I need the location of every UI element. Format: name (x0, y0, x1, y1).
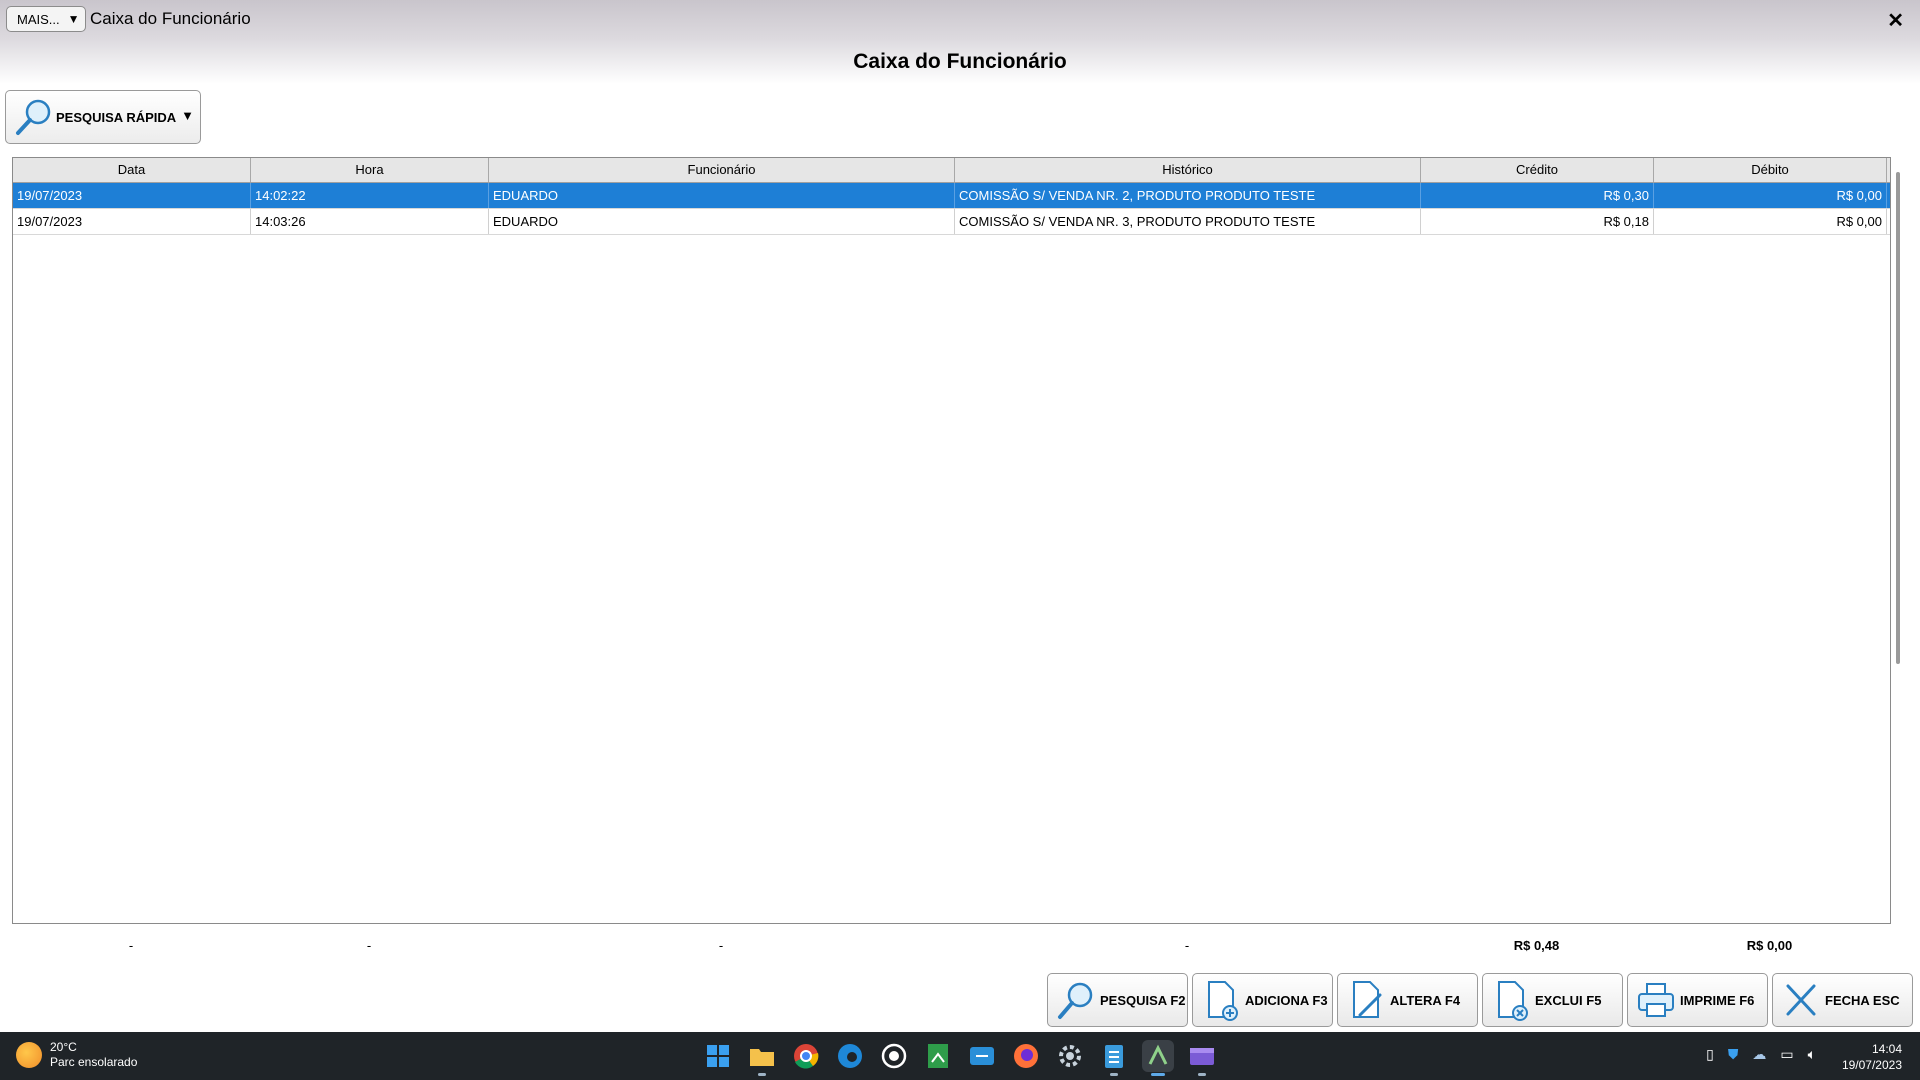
search-button-label: PESQUISA F2 (1100, 992, 1186, 1008)
table-row[interactable]: 19/07/2023 14:02:22 EDUARDO COMISSÃO S/ … (13, 183, 1890, 209)
table-row[interactable]: 19/07/2023 14:03:26 EDUARDO COMISSÃO S/ … (13, 209, 1890, 235)
onedrive-icon[interactable]: ☁ (1752, 1046, 1766, 1063)
total-historico: - (1184, 938, 1190, 953)
edit-document-icon (1353, 981, 1382, 1018)
cell-debito: R$ 0,00 (1654, 183, 1887, 208)
print-button-label: IMPRIME F6 (1680, 992, 1755, 1008)
start-icon[interactable] (702, 1040, 734, 1072)
weather-description: Parc ensolarado (50, 1055, 138, 1069)
taskbar-apps (702, 1040, 1218, 1076)
weather-temperature: 20°C (50, 1040, 77, 1054)
cell-hora: 14:02:22 (251, 183, 489, 208)
chevron-down-icon: ▼ (67, 12, 80, 26)
video-app-icon[interactable] (1186, 1040, 1218, 1076)
network-icon[interactable]: ▭ (1780, 1046, 1793, 1063)
search-icon (1058, 982, 1093, 1019)
cell-funcionario: EDUARDO (489, 183, 955, 208)
clock-time: 14:04 (1871, 1042, 1902, 1056)
search-icon (16, 99, 51, 135)
clock-date: 19/07/2023 (1841, 1058, 1902, 1072)
more-menu-label: MAIS... (17, 11, 60, 27)
quick-search-button[interactable]: PESQUISA RÁPIDA ▼ (5, 90, 201, 144)
printer-icon (1638, 983, 1674, 1017)
windows-taskbar: 20°C Parc ensolarado ▯ ⛊ ☁ ▭ 🔈︎ 14:04 19… (0, 1032, 1920, 1080)
add-button[interactable]: ADICIONA F3 (1192, 973, 1333, 1027)
search-button[interactable]: PESQUISA F2 (1047, 973, 1188, 1027)
total-hora: - (366, 938, 372, 953)
spreadsheet-icon[interactable] (922, 1040, 954, 1072)
column-header-hora[interactable]: Hora (251, 158, 489, 182)
cash-table: Data Hora Funcionário Histórico Crédito … (12, 157, 1891, 924)
edit-button-label: ALTERA F4 (1390, 992, 1461, 1008)
total-credito: R$ 0,48 (1513, 938, 1560, 953)
chrome-icon[interactable] (790, 1040, 822, 1072)
close-icon (1786, 984, 1816, 1016)
more-menu-button[interactable]: MAIS... ▼ (6, 6, 86, 32)
column-header-credito[interactable]: Crédito (1421, 158, 1654, 182)
remote-app-icon[interactable] (966, 1040, 998, 1072)
total-debito: R$ 0,00 (1746, 938, 1793, 953)
settings-icon[interactable] (1054, 1040, 1086, 1072)
system-tray: ▯ ⛊ ☁ ▭ 🔈︎ (1706, 1046, 1816, 1063)
weather-widget[interactable]: 20°C Parc ensolarado (16, 1040, 137, 1070)
cell-debito: R$ 0,00 (1654, 209, 1887, 234)
cell-data: 19/07/2023 (13, 183, 251, 208)
cell-historico: COMISSÃO S/ VENDA NR. 2, PRODUTO PRODUTO… (955, 183, 1421, 208)
vertical-scrollbar[interactable] (1896, 172, 1900, 664)
close-button-label: FECHA ESC (1825, 992, 1900, 1008)
file-explorer-icon[interactable] (746, 1040, 778, 1076)
cell-credito: R$ 0,18 (1421, 209, 1654, 234)
column-header-data[interactable]: Data (13, 158, 251, 182)
usb-icon[interactable]: ▯ (1706, 1046, 1714, 1063)
weather-sun-icon (16, 1042, 42, 1068)
quick-search-label: PESQUISA RÁPIDA (56, 109, 177, 125)
column-header-historico[interactable]: Histórico (955, 158, 1421, 182)
security-shield-icon[interactable]: ⛊ (1728, 1046, 1739, 1063)
close-button[interactable]: FECHA ESC (1772, 973, 1913, 1027)
cell-credito: R$ 0,30 (1421, 183, 1654, 208)
add-document-icon (1208, 981, 1238, 1021)
whatsapp-icon[interactable] (878, 1040, 910, 1072)
total-data: - (128, 938, 134, 953)
table-header: Data Hora Funcionário Histórico Crédito … (13, 158, 1890, 183)
taskbar-clock[interactable]: 14:04 19/07/2023 (1842, 1041, 1902, 1073)
delete-button-label: EXCLUI F5 (1535, 992, 1602, 1008)
cell-historico: COMISSÃO S/ VENDA NR. 3, PRODUTO PRODUTO… (955, 209, 1421, 234)
delete-button[interactable]: EXCLUI F5 (1482, 973, 1623, 1027)
notepad-icon[interactable] (1098, 1040, 1130, 1076)
window-titlebar: MAIS... ▼ Caixa do Funcionário ✕ (0, 0, 1920, 38)
totals-row: - - - - R$ 0,48 R$ 0,00 (12, 938, 1891, 953)
print-button[interactable]: IMPRIME F6 (1627, 973, 1768, 1027)
column-header-funcionario[interactable]: Funcionário (489, 158, 955, 182)
delete-document-icon (1498, 981, 1528, 1021)
window-title: Caixa do Funcionário (90, 9, 251, 28)
edit-button[interactable]: ALTERA F4 (1337, 973, 1478, 1027)
close-window-button[interactable]: ✕ (1887, 8, 1904, 33)
add-button-label: ADICIONA F3 (1245, 992, 1328, 1008)
edge-icon[interactable] (834, 1040, 866, 1072)
action-button-bar: PESQUISA F2 ADICIONA F3 ALTERA F4 EXCLUI… (1047, 973, 1913, 1027)
volume-icon[interactable]: 🔈︎ (1808, 1046, 1816, 1063)
firefox-icon[interactable] (1010, 1040, 1042, 1072)
column-header-debito[interactable]: Débito (1654, 158, 1887, 182)
cell-funcionario: EDUARDO (489, 209, 955, 234)
total-funcionario: - (718, 938, 724, 953)
chevron-down-icon[interactable]: ▼ (181, 108, 194, 123)
erp-app-icon[interactable] (1142, 1040, 1174, 1076)
cell-data: 19/07/2023 (13, 209, 251, 234)
cell-hora: 14:03:26 (251, 209, 489, 234)
page-title: Caixa do Funcionário (853, 50, 1067, 73)
